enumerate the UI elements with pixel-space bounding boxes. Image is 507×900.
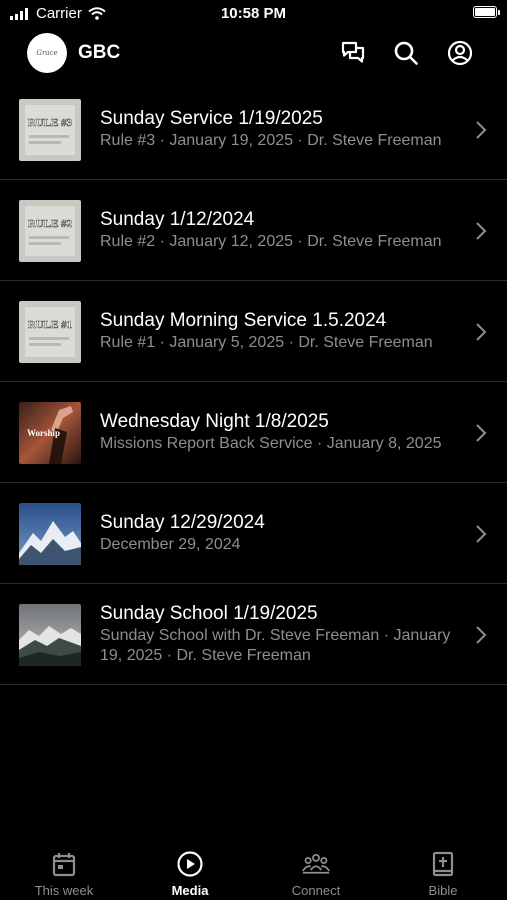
app-title: GBC (78, 42, 121, 63)
tab-bar: This week Media Connect Bible (0, 840, 507, 900)
media-subtitle: Missions Report Back Service · January 8… (100, 435, 442, 452)
tab-this-week[interactable]: This week (1, 840, 127, 900)
thumb-label: RULE #2 (28, 218, 73, 230)
logo-text: Grace (36, 49, 58, 57)
media-title: Sunday Service 1/19/2025 (100, 108, 323, 129)
media-item[interactable]: RULE #1 Sunday Morning Service 1.5.2024 … (0, 281, 507, 382)
search-icon (394, 41, 418, 65)
media-subtitle: Rule #2 · January 12, 2025 · Dr. Steve F… (100, 233, 442, 250)
app-header: Grace GBC (0, 32, 507, 76)
sermon-thumbnail: RULE #2 (19, 200, 81, 262)
chevron-right-icon (476, 424, 487, 442)
mountain-thumbnail (19, 604, 81, 666)
media-title: Sunday 12/29/2024 (100, 512, 265, 533)
media-subtitle: Rule #3 · January 19, 2025 · Dr. Steve F… (100, 132, 442, 149)
sermon-thumbnail: RULE #1 (19, 301, 81, 363)
chevron-right-icon (476, 626, 487, 644)
chat-button[interactable] (338, 38, 368, 68)
media-title: Wednesday Night 1/8/2025 (100, 411, 329, 432)
thumb-label: Worship (27, 428, 60, 438)
tab-media[interactable]: Media (127, 840, 253, 900)
media-item[interactable]: Sunday 12/29/2024 December 29, 2024 (0, 483, 507, 584)
tab-connect[interactable]: Connect (253, 840, 379, 900)
chat-icon (341, 41, 365, 63)
tab-label: Media (171, 883, 209, 898)
calendar-icon (52, 853, 76, 877)
worship-thumbnail: Worship (19, 402, 81, 464)
search-button[interactable] (391, 38, 421, 68)
battery-icon (473, 6, 500, 18)
sermon-thumbnail: RULE #3 (19, 99, 81, 161)
tab-label: This week (34, 883, 94, 898)
account-button[interactable] (445, 38, 475, 68)
media-item[interactable]: RULE #3 Sunday Service 1/19/2025 Rule #3… (0, 79, 507, 180)
tab-label: Bible (428, 883, 458, 898)
media-title: Sunday 1/12/2024 (100, 209, 255, 230)
thumb-label: RULE #1 (28, 319, 72, 331)
chevron-right-icon (476, 525, 487, 543)
people-icon (302, 853, 330, 874)
media-title: Sunday School 1/19/2025 (100, 603, 318, 624)
church-logo[interactable]: Grace (27, 33, 67, 73)
media-subtitle: Sunday School with Dr. Steve Freeman · J… (100, 627, 451, 664)
media-item[interactable]: Worship Wednesday Night 1/8/2025 Mission… (0, 382, 507, 483)
media-subtitle: Rule #1 · January 5, 2025 · Dr. Steve Fr… (100, 334, 433, 351)
chevron-right-icon (476, 222, 487, 240)
media-subtitle: December 29, 2024 (100, 536, 241, 553)
chevron-right-icon (476, 323, 487, 341)
media-list: RULE #3 Sunday Service 1/19/2025 Rule #3… (0, 79, 507, 685)
tab-label: Connect (291, 883, 341, 898)
play-circle-icon (177, 851, 203, 877)
chevron-right-icon (476, 121, 487, 139)
account-icon (447, 40, 473, 66)
media-item[interactable]: Sunday School 1/19/2025 Sunday School wi… (0, 584, 507, 685)
status-time: 10:58 PM (220, 5, 287, 22)
mountain-thumbnail (19, 503, 81, 565)
tab-bible[interactable]: Bible (380, 840, 506, 900)
thumb-label: RULE #3 (28, 117, 73, 129)
media-title: Sunday Morning Service 1.5.2024 (100, 310, 387, 331)
bible-icon (432, 851, 454, 877)
media-item[interactable]: RULE #2 Sunday 1/12/2024 Rule #2 · Janua… (0, 180, 507, 281)
status-bar: Carrier 10:58 PM (0, 0, 507, 28)
